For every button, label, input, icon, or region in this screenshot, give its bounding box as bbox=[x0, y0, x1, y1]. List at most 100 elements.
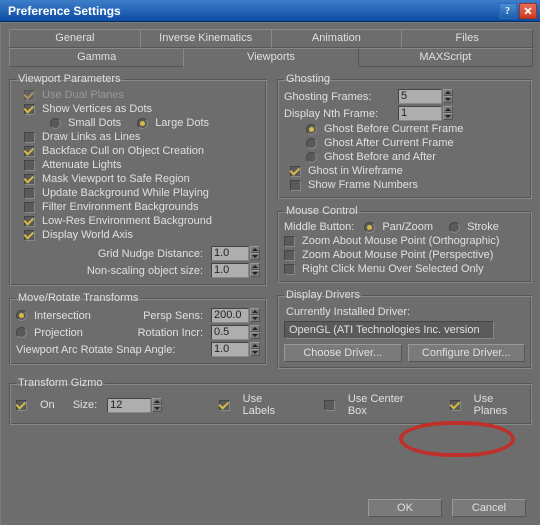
check-filter-env[interactable] bbox=[24, 202, 35, 213]
group-ghosting: Ghosting Ghosting Frames: 5 Display Nth … bbox=[277, 73, 532, 199]
tab-general[interactable]: General bbox=[9, 29, 141, 48]
check-update-bg[interactable] bbox=[24, 188, 35, 199]
window-title: Preference Settings bbox=[8, 4, 498, 18]
radio-projection[interactable] bbox=[16, 327, 27, 338]
input-ghost-frames[interactable]: 5 bbox=[398, 89, 442, 104]
group-drivers: Display Drivers Currently Installed Driv… bbox=[277, 289, 532, 369]
lbl-ghost-frames: Ghosting Frames: bbox=[284, 91, 394, 103]
spin-down-icon[interactable] bbox=[443, 96, 453, 103]
lbl-use-labels: Use Labels bbox=[243, 393, 293, 417]
lbl-gizmo-on: On bbox=[40, 399, 55, 411]
radio-large-dots[interactable] bbox=[137, 118, 148, 129]
spin-up-icon[interactable] bbox=[250, 342, 260, 349]
check-backface-cull[interactable] bbox=[24, 146, 35, 157]
lbl-nonscale: Non-scaling object size: bbox=[16, 265, 207, 277]
input-grid-nudge[interactable]: 1.0 bbox=[211, 246, 249, 261]
cancel-button[interactable]: Cancel bbox=[452, 499, 526, 517]
spin-up-icon[interactable] bbox=[443, 89, 453, 96]
radio-pan-zoom[interactable] bbox=[364, 222, 375, 233]
radio-ghost-after[interactable] bbox=[306, 138, 317, 149]
input-persp-sens[interactable]: 200.0 bbox=[211, 308, 249, 323]
spin-down-icon[interactable] bbox=[250, 332, 260, 339]
legend-move-rotate: Move/Rotate Transforms bbox=[16, 292, 140, 304]
configure-driver-button[interactable]: Configure Driver... bbox=[408, 344, 526, 362]
lbl-use-dual-planes: Use Dual Planes bbox=[42, 89, 124, 101]
check-lowres-env[interactable] bbox=[24, 216, 35, 227]
check-use-labels[interactable] bbox=[219, 400, 230, 411]
lbl-mask-safe: Mask Viewport to Safe Region bbox=[42, 173, 190, 185]
input-nonscale[interactable]: 1.0 bbox=[211, 263, 249, 278]
lbl-ghost-both: Ghost Before and After bbox=[324, 151, 436, 163]
check-draw-links[interactable] bbox=[24, 132, 35, 143]
lbl-draw-links: Draw Links as Lines bbox=[42, 131, 140, 143]
lbl-zoom-ortho: Zoom About Mouse Point (Orthographic) bbox=[302, 235, 499, 247]
svg-text:?: ? bbox=[505, 6, 510, 16]
choose-driver-button[interactable]: Choose Driver... bbox=[284, 344, 402, 362]
spin-up-icon[interactable] bbox=[152, 398, 162, 405]
radio-stroke[interactable] bbox=[449, 222, 460, 233]
lbl-arc-snap: Viewport Arc Rotate Snap Angle: bbox=[16, 344, 207, 356]
tab-files[interactable]: Files bbox=[401, 29, 533, 48]
check-rclick-menu[interactable] bbox=[284, 264, 295, 275]
check-mask-safe[interactable] bbox=[24, 174, 35, 185]
group-viewport-params: Viewport Parameters Use Dual Planes Show… bbox=[9, 73, 267, 286]
lbl-large-dots: Large Dots bbox=[155, 117, 209, 129]
tab-maxscript[interactable]: MAXScript bbox=[358, 48, 533, 67]
spin-up-icon[interactable] bbox=[250, 325, 260, 332]
ok-button[interactable]: OK bbox=[368, 499, 442, 517]
tab-viewports[interactable]: Viewports bbox=[183, 48, 358, 67]
lbl-ghost-after: Ghost After Current Frame bbox=[324, 137, 454, 149]
check-ghost-wire[interactable] bbox=[290, 166, 301, 177]
radio-ghost-before[interactable] bbox=[306, 124, 317, 135]
check-show-vertices[interactable] bbox=[24, 104, 35, 115]
legend-ghosting: Ghosting bbox=[284, 73, 332, 85]
spin-up-icon[interactable] bbox=[443, 106, 453, 113]
radio-small-dots[interactable] bbox=[50, 118, 61, 129]
lbl-intersection: Intersection bbox=[34, 310, 106, 322]
spin-down-icon[interactable] bbox=[443, 113, 453, 120]
tab-ik[interactable]: Inverse Kinematics bbox=[140, 29, 272, 48]
spin-down-icon[interactable] bbox=[152, 405, 162, 412]
lbl-world-axis: Display World Axis bbox=[42, 229, 133, 241]
spin-down-icon[interactable] bbox=[250, 349, 260, 356]
lbl-use-planes: Use Planes bbox=[474, 393, 525, 417]
lbl-rotation-incr: Rotation Incr: bbox=[110, 327, 207, 339]
spin-up-icon[interactable] bbox=[250, 308, 260, 315]
spin-up-icon[interactable] bbox=[250, 263, 260, 270]
lbl-grid-nudge: Grid Nudge Distance: bbox=[16, 248, 207, 260]
tab-gamma[interactable]: Gamma bbox=[9, 48, 184, 67]
check-zoom-persp[interactable] bbox=[284, 250, 295, 261]
spin-up-icon[interactable] bbox=[250, 246, 260, 253]
spin-down-icon[interactable] bbox=[250, 270, 260, 277]
tab-animation[interactable]: Animation bbox=[271, 29, 403, 48]
lbl-zoom-persp: Zoom About Mouse Point (Perspective) bbox=[302, 249, 493, 261]
check-use-center[interactable] bbox=[324, 400, 335, 411]
radio-ghost-both[interactable] bbox=[306, 152, 317, 163]
input-arc-snap[interactable]: 1.0 bbox=[211, 342, 249, 357]
lbl-update-bg: Update Background While Playing bbox=[42, 187, 209, 199]
check-gizmo-on[interactable] bbox=[16, 400, 27, 411]
legend-viewport-params: Viewport Parameters bbox=[16, 73, 123, 85]
close-button[interactable] bbox=[519, 3, 537, 19]
lbl-pan-zoom: Pan/Zoom bbox=[382, 221, 433, 233]
spin-down-icon[interactable] bbox=[250, 253, 260, 260]
check-world-axis[interactable] bbox=[24, 230, 35, 241]
input-nth-frame[interactable]: 1 bbox=[398, 106, 442, 121]
input-gizmo-size[interactable]: 12 bbox=[107, 398, 151, 413]
help-button[interactable]: ? bbox=[499, 3, 517, 19]
lbl-attenuate: Attenuate Lights bbox=[42, 159, 122, 171]
input-rotation-incr[interactable]: 0.5 bbox=[211, 325, 249, 340]
check-use-planes[interactable] bbox=[450, 400, 461, 411]
lbl-lowres-env: Low-Res Environment Background bbox=[42, 215, 212, 227]
lbl-show-frame-nums: Show Frame Numbers bbox=[308, 179, 418, 191]
legend-mouse: Mouse Control bbox=[284, 205, 360, 217]
check-attenuate[interactable] bbox=[24, 160, 35, 171]
check-show-frame-nums[interactable] bbox=[290, 180, 301, 191]
lbl-use-center: Use Center Box bbox=[348, 393, 419, 417]
check-zoom-ortho[interactable] bbox=[284, 236, 295, 247]
spin-down-icon[interactable] bbox=[250, 315, 260, 322]
radio-intersection[interactable] bbox=[16, 310, 27, 321]
lbl-small-dots: Small Dots bbox=[68, 117, 121, 129]
annotation-highlight-circle bbox=[399, 421, 515, 457]
check-use-dual-planes bbox=[24, 90, 35, 101]
